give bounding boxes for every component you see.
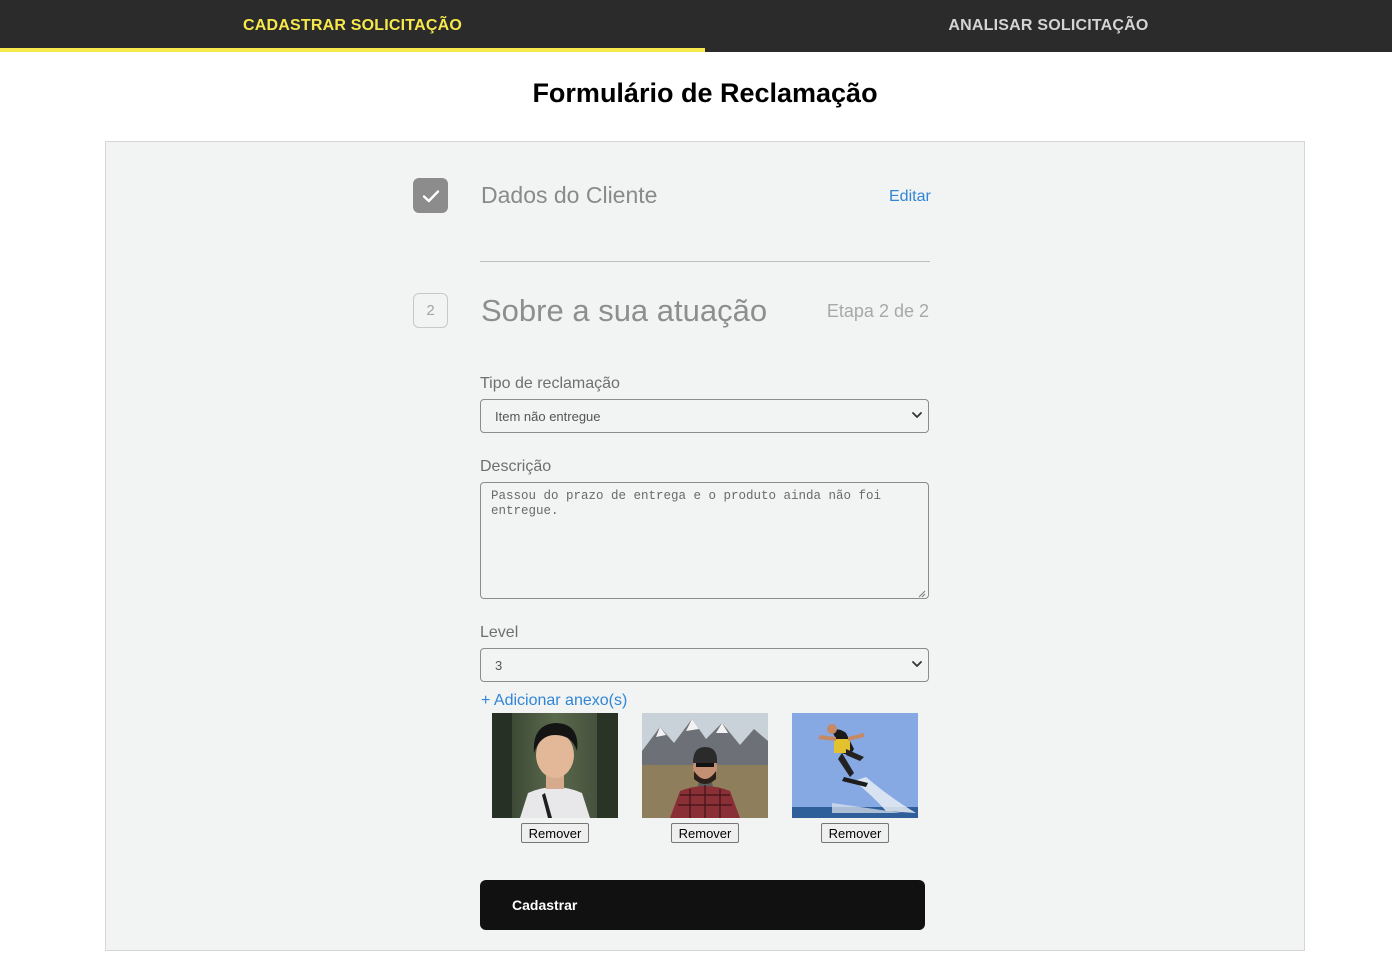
tab-cadastrar-solicitacao[interactable]: CADASTRAR SOLICITAÇÃO	[0, 0, 705, 52]
check-icon	[413, 178, 448, 213]
attachment-thumbnail-road	[642, 713, 768, 818]
select-value: 3	[495, 657, 503, 673]
descricao-label: Descrição	[480, 458, 552, 475]
level-label: Level	[480, 624, 519, 641]
tab-label: ANALISAR SOLICITAÇÃO	[948, 17, 1149, 34]
tipo-reclamacao-label: Tipo de reclamação	[480, 375, 620, 392]
select-value: Item não entregue	[495, 408, 601, 424]
chevron-down-icon	[911, 658, 923, 670]
step2-title: Sobre a sua atuação	[481, 293, 768, 328]
step-progress: Etapa 2 de 2	[826, 301, 929, 321]
cadastrar-button[interactable]: Cadastrar	[480, 880, 925, 930]
top-navigation: CADASTRAR SOLICITAÇÃO ANALISAR SOLICITAÇ…	[0, 0, 1392, 52]
step-number-badge: 2	[413, 293, 448, 328]
page-title: Formulário de Reclamação	[532, 78, 878, 108]
attachment-item: Remover	[492, 713, 618, 843]
edit-link[interactable]: Editar	[889, 188, 931, 206]
tipo-reclamacao-select[interactable]: Item não entregue	[480, 399, 929, 433]
tab-analisar-solicitacao[interactable]: ANALISAR SOLICITAÇÃO	[705, 0, 1392, 52]
remove-attachment-button[interactable]: Remover	[820, 823, 890, 843]
divider	[480, 261, 930, 262]
chevron-down-icon	[911, 409, 923, 421]
level-select[interactable]: 3	[480, 648, 929, 682]
remove-attachment-button[interactable]: Remover	[520, 823, 590, 843]
tab-label: CADASTRAR SOLICITAÇÃO	[242, 17, 462, 34]
add-attachment-link[interactable]: + Adicionar anexo(s)	[481, 692, 627, 710]
textarea-value: Passou do prazo de entrega e o produto a…	[491, 489, 882, 518]
active-tab-indicator	[0, 48, 705, 52]
attachment-thumbnail-portrait	[492, 713, 618, 818]
remove-attachment-button[interactable]: Remover	[670, 823, 740, 843]
form-card: Dados do Cliente Editar 2 Sobre a sua at…	[105, 141, 1305, 951]
attachment-item: Remover	[792, 713, 918, 843]
step1-title: Dados do Cliente	[481, 182, 658, 208]
resize-handle-icon[interactable]	[918, 588, 926, 598]
attachment-item: Remover	[642, 713, 768, 843]
attachment-thumbnail-flyboard	[792, 713, 918, 818]
descricao-textarea[interactable]: Passou do prazo de entrega e o produto a…	[480, 482, 929, 599]
